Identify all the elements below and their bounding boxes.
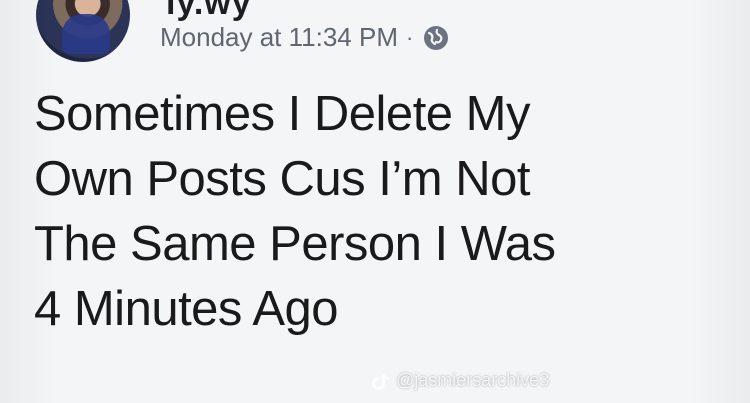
post-meta: Monday at 11:34 PM · <box>160 22 451 53</box>
tiktok-icon <box>372 372 390 390</box>
watermark-handle: @jasmiersarchive3 <box>396 370 550 390</box>
social-post: ly.wy Monday at 11:34 PM · Sometimes I D… <box>0 0 750 403</box>
post-header: ly.wy Monday at 11:34 PM · <box>36 0 736 68</box>
watermark: @jasmiersarchive3 <box>372 370 549 391</box>
post-text: Sometimes I Delete My Own Posts Cus I’m … <box>34 87 556 336</box>
globe-icon[interactable] <box>421 23 451 53</box>
post-timestamp[interactable]: Monday at 11:34 PM <box>160 22 398 53</box>
meta-separator: · <box>406 24 414 50</box>
avatar[interactable] <box>36 0 130 62</box>
author-name[interactable]: ly.wy <box>166 0 252 23</box>
